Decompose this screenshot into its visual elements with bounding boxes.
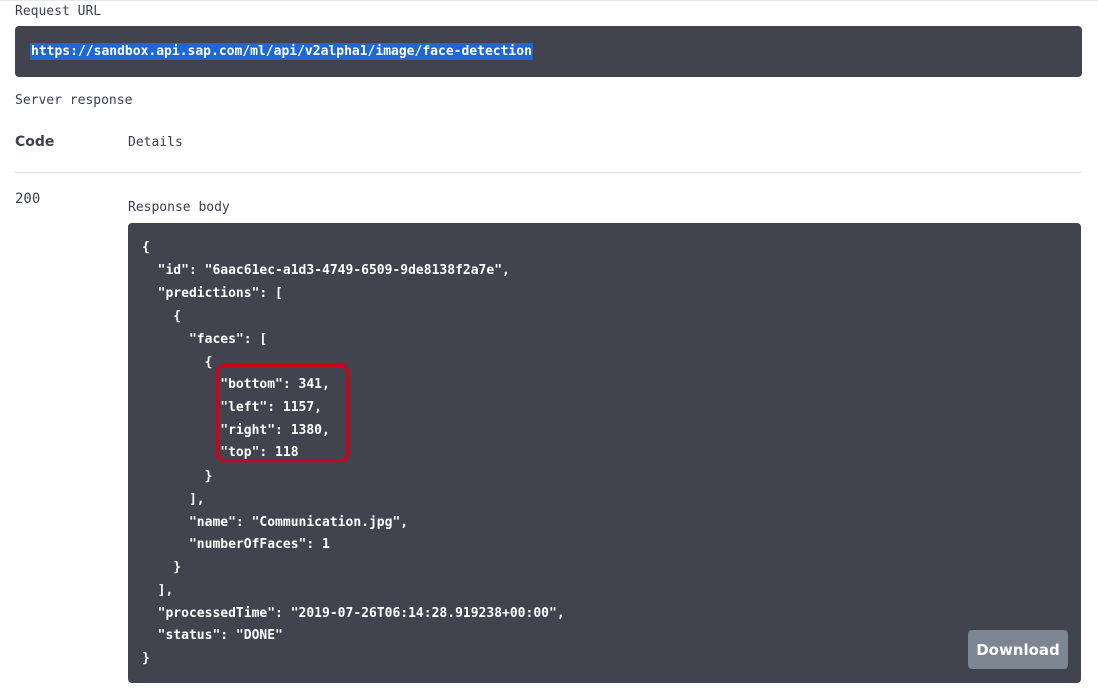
code-line: } <box>142 560 182 575</box>
code-line: { <box>142 240 150 255</box>
code-line: "faces": [ <box>142 332 268 347</box>
code-line: } <box>142 651 150 666</box>
code-line: { <box>142 355 213 370</box>
code-line: ], <box>142 583 174 598</box>
download-button[interactable]: Download <box>968 630 1068 669</box>
server-response-label: Server response <box>15 93 133 108</box>
status-code: 200 <box>15 191 41 207</box>
code-line: "name": "Communication.jpg", <box>142 515 409 530</box>
code-line: "id": "6aac61ec-a1d3-4749-6509-9de8138f2… <box>142 263 510 278</box>
code-line: "numberOfFaces": 1 <box>142 537 330 552</box>
code-line: } <box>142 469 213 484</box>
top-divider <box>0 0 1098 1</box>
face-coordinates-highlight <box>216 364 349 462</box>
code-line: "status": "DONE" <box>142 628 283 643</box>
response-body-box[interactable]: { "id": "6aac61ec-a1d3-4749-6509-9de8138… <box>128 223 1081 683</box>
code-line: "processedTime": "2019-07-26T06:14:28.91… <box>142 606 565 621</box>
code-column-header: Code <box>15 134 55 150</box>
request-url-label: Request URL <box>15 4 102 19</box>
code-line: { <box>142 309 182 324</box>
code-line: "predictions": [ <box>142 286 283 301</box>
details-column-header: Details <box>128 135 183 150</box>
request-url-box[interactable]: https://sandbox.api.sap.com/ml/api/v2alp… <box>15 26 1082 77</box>
code-line: ], <box>142 492 205 507</box>
response-body-label: Response body <box>128 200 230 215</box>
header-divider <box>15 172 1081 173</box>
request-url-value[interactable]: https://sandbox.api.sap.com/ml/api/v2alp… <box>30 43 533 60</box>
